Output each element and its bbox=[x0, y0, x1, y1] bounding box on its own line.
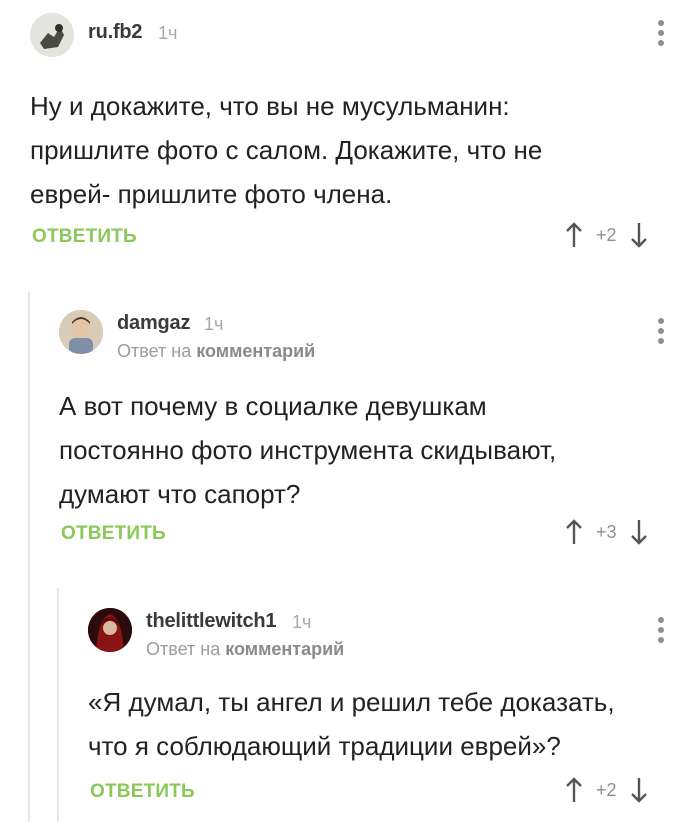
reply-to-prefix: Ответ на bbox=[117, 341, 192, 361]
arrow-up-icon[interactable] bbox=[566, 222, 582, 248]
reply-to-link[interactable]: комментарий bbox=[196, 341, 315, 361]
reply-to-prefix: Ответ на bbox=[146, 639, 221, 659]
comment-line: постоянно фото инструмента скидывают, bbox=[59, 435, 557, 465]
reply-button[interactable]: ОТВЕТИТЬ bbox=[32, 226, 137, 248]
arrow-down-icon[interactable] bbox=[630, 519, 647, 545]
comment-time: 1ч bbox=[158, 23, 178, 43]
comment-body: Ну и докажите, что вы не мусульманин: пр… bbox=[30, 84, 542, 216]
comment-author[interactable]: thelittlewitch1 bbox=[146, 610, 277, 633]
comment-line: думают что сапорт? bbox=[59, 479, 301, 509]
comment-1: ru.fb2 1ч Ну и докажите, что вы не мусул… bbox=[0, 0, 700, 270]
vote-controls: +3 bbox=[566, 519, 647, 545]
comment-line: что я соблюдающий традиции еврей»? bbox=[88, 731, 561, 761]
comment-line: Ну и докажите, что вы не мусульманин: bbox=[30, 91, 510, 121]
comment-author[interactable]: ru.fb2 bbox=[88, 21, 143, 44]
vote-score: +2 bbox=[596, 779, 617, 800]
comment-line: еврей- пришлите фото члена. bbox=[30, 179, 393, 209]
avatar[interactable] bbox=[30, 13, 74, 57]
comment-body: «Я думал, ты ангел и решил тебе доказать… bbox=[88, 680, 615, 768]
vote-controls: +2 bbox=[566, 222, 647, 248]
more-vertical-icon[interactable] bbox=[658, 20, 664, 50]
reply-to: Ответ на комментарий bbox=[117, 341, 315, 362]
reply-to: Ответ на комментарий bbox=[146, 639, 344, 660]
more-vertical-icon[interactable] bbox=[658, 617, 664, 647]
avatar[interactable] bbox=[59, 310, 103, 354]
arrow-down-icon[interactable] bbox=[630, 777, 647, 803]
comment-3: thelittlewitch1 1ч Ответ на комментарий … bbox=[0, 590, 700, 822]
comment-line: А вот почему в социалке девушкам bbox=[59, 391, 487, 421]
comment-time: 1ч bbox=[204, 314, 224, 334]
comment-line: пришлите фото с салом. Докажите, что не bbox=[30, 135, 543, 165]
more-vertical-icon[interactable] bbox=[658, 318, 664, 348]
vote-score: +2 bbox=[596, 224, 617, 245]
vote-controls: +2 bbox=[566, 777, 647, 803]
reply-button[interactable]: ОТВЕТИТЬ bbox=[61, 523, 166, 545]
arrow-down-icon[interactable] bbox=[630, 222, 647, 248]
comment-time: 1ч bbox=[292, 612, 312, 632]
comment-body: А вот почему в социалке девушкам постоян… bbox=[59, 384, 556, 516]
arrow-up-icon[interactable] bbox=[566, 519, 582, 545]
vote-score: +3 bbox=[596, 521, 617, 542]
comment-2: damgaz 1ч Ответ на комментарий А вот поч… bbox=[0, 290, 700, 580]
arrow-up-icon[interactable] bbox=[566, 777, 582, 803]
reply-button[interactable]: ОТВЕТИТЬ bbox=[90, 781, 195, 803]
reply-to-link[interactable]: комментарий bbox=[225, 639, 344, 659]
comment-author[interactable]: damgaz bbox=[117, 312, 190, 335]
comment-line: «Я думал, ты ангел и решил тебе доказать… bbox=[88, 687, 615, 717]
avatar[interactable] bbox=[88, 608, 132, 652]
